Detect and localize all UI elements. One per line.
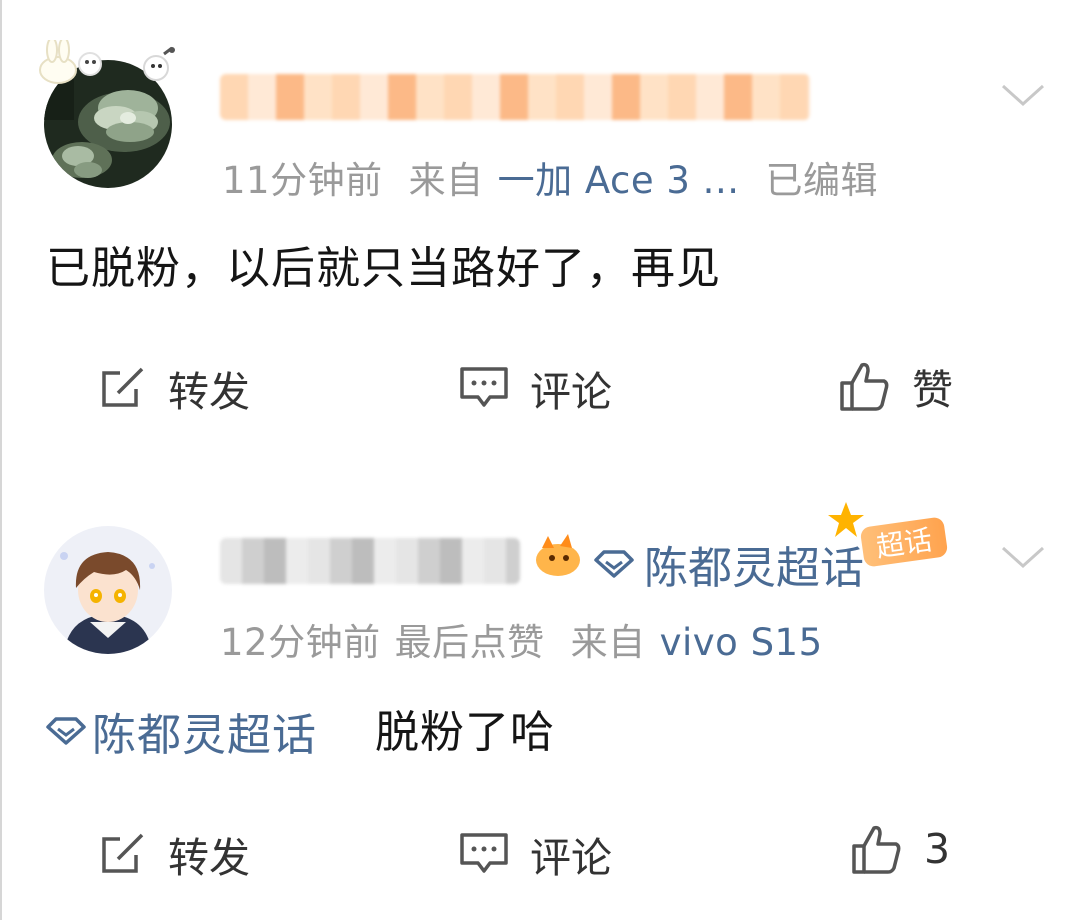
- post-meta: 11分钟前 来自 一加 Ace 3 ... 已编辑: [222, 150, 878, 204]
- repost-button[interactable]: 转发: [98, 358, 250, 418]
- post-time: 11分钟前: [222, 159, 383, 202]
- repost-button[interactable]: 转发: [98, 824, 250, 884]
- comment-text: 已脱粉，以后就只当路好了，再见: [46, 243, 721, 294]
- post-time: 12分钟前: [220, 621, 381, 664]
- post-meta: 12分钟前 最后点赞 来自 vivo S15: [220, 612, 823, 666]
- repost-icon: [102, 367, 144, 407]
- source-prefix: 来自: [408, 159, 484, 202]
- comment-feed: 11分钟前 来自 一加 Ace 3 ... 已编辑 已脱粉，以后就只当路好了，再见 转…: [0, 0, 1080, 920]
- repost-label: 转发: [168, 834, 250, 882]
- comment-item: 陈都灵超话 超话 12分钟前 最后点赞 来自 vivo S15 陈都灵超话 脱粉…: [0, 460, 1080, 920]
- supertopic-inline-link[interactable]: 陈都灵超话: [44, 699, 317, 763]
- like-count: 3: [924, 825, 951, 873]
- username-obscured[interactable]: [220, 74, 810, 120]
- like-label: 赞: [912, 366, 953, 414]
- comment-label: 评论: [530, 834, 612, 882]
- thumbs-up-icon: [840, 362, 889, 411]
- last-like-label: 最后点赞: [394, 621, 545, 664]
- edited-label: 已编辑: [765, 159, 878, 202]
- star-icon: [826, 500, 866, 544]
- repost-icon: [102, 833, 144, 873]
- comment-icon: [460, 833, 508, 873]
- repost-label: 转发: [168, 368, 250, 416]
- avatar[interactable]: [44, 526, 172, 654]
- dragon-badge-icon: [532, 534, 582, 584]
- diamond-icon: [594, 550, 634, 578]
- comment-button[interactable]: 评论: [458, 824, 612, 884]
- diamond-icon: [46, 717, 86, 745]
- rabbit-decoration-icon: [36, 37, 106, 92]
- chevron-down-icon[interactable]: [1000, 80, 1046, 110]
- comment-label: 评论: [530, 368, 612, 416]
- device-link[interactable]: 一加 Ace 3 ...: [498, 159, 740, 202]
- supertopic-link[interactable]: 陈都灵超话: [592, 532, 864, 596]
- supertopic-inline-label: 陈都灵超话: [92, 710, 317, 761]
- bee-decoration-icon: [138, 44, 178, 88]
- comment-icon: [460, 367, 508, 407]
- username-obscured[interactable]: [220, 538, 520, 584]
- thumbs-up-icon: [852, 825, 901, 874]
- like-button[interactable]: 3: [850, 822, 950, 876]
- device-link[interactable]: vivo S15: [660, 621, 823, 664]
- chevron-down-icon[interactable]: [1000, 542, 1046, 572]
- source-prefix: 来自: [570, 621, 646, 664]
- like-button[interactable]: 赞: [838, 356, 953, 416]
- comment-text: 脱粉了哈: [375, 707, 555, 758]
- comment-text-line: 陈都灵超话 脱粉了哈: [44, 696, 555, 763]
- comment-button[interactable]: 评论: [458, 358, 612, 418]
- comment-item: 11分钟前 来自 一加 Ace 3 ... 已编辑 已脱粉，以后就只当路好了，再见 转…: [0, 0, 1080, 460]
- supertopic-badge: 超话: [859, 516, 949, 568]
